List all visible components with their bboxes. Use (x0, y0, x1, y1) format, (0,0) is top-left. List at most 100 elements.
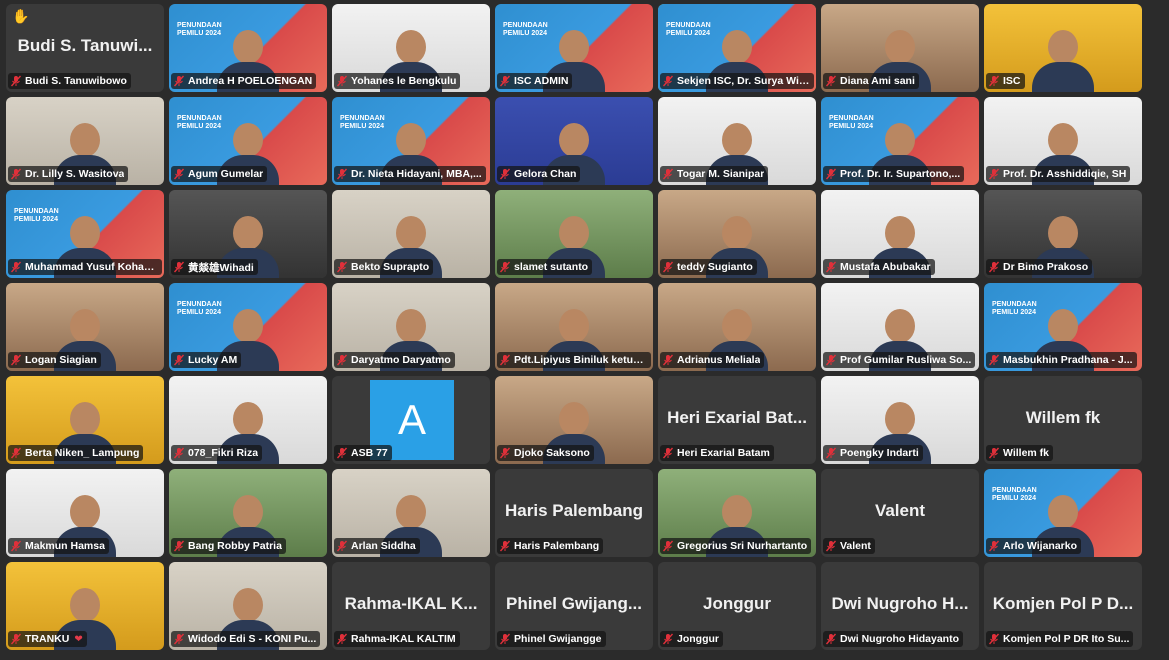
participant-tile[interactable]: Yohanes le Bengkulu (332, 4, 490, 92)
display-name-large: Heri Exarial Bat... (667, 408, 807, 427)
participant-name: Adrianus Meliala (677, 354, 761, 366)
muted-mic-icon (499, 447, 511, 459)
participant-tile[interactable]: Prof Gumilar Rusliwa So... (821, 283, 979, 371)
participant-tile[interactable]: PENUNDAAN PEMILU 2024 Andrea H POELOENGAN (169, 4, 327, 92)
participant-name: Dr Bimo Prakoso (1003, 261, 1089, 273)
participant-tile[interactable]: Heri Exarial Bat... Heri Exarial Batam (658, 376, 816, 464)
name-label: Togar M. Sianipar (660, 166, 769, 182)
participant-name: Dr. Nieta Hidayani, MBA,... (351, 168, 482, 180)
name-label: Haris Palembang (497, 538, 604, 554)
muted-mic-icon (499, 540, 511, 552)
participant-name: Arlan Siddha (351, 540, 416, 552)
name-label: ISC (986, 73, 1025, 89)
participant-tile[interactable]: PENUNDAAN PEMILU 2024 Muhammad Yusuf Kohar… (6, 190, 164, 278)
participant-tile[interactable]: Diana Ami sani (821, 4, 979, 92)
participant-tile[interactable]: Haris Palembang Haris Palembang (495, 469, 653, 557)
participant-name: Komjen Pol P DR Ito Su... (1003, 633, 1130, 645)
name-label: ASB 77 (334, 445, 392, 461)
name-label: Arlan Siddha (334, 538, 420, 554)
participant-tile[interactable]: Dwi Nugroho H... Dwi Nugroho Hidayanto (821, 562, 979, 650)
muted-mic-icon (336, 261, 348, 273)
participant-tile[interactable]: Daryatmo Daryatmo (332, 283, 490, 371)
participant-tile[interactable]: Mustafa Abubakar (821, 190, 979, 278)
participant-tile[interactable]: Dr Bimo Prakoso (984, 190, 1142, 278)
participant-tile[interactable]: Gelora Chan (495, 97, 653, 185)
participant-tile[interactable]: Poengky Indarti (821, 376, 979, 464)
participant-tile[interactable]: Togar M. Sianipar (658, 97, 816, 185)
participant-tile[interactable]: Djoko Saksono (495, 376, 653, 464)
participant-tile[interactable]: Phinel Gwijang... Phinel Gwijangge (495, 562, 653, 650)
participant-tile[interactable]: A ASB 77 (332, 376, 490, 464)
participant-tile[interactable]: Arlan Siddha (332, 469, 490, 557)
display-name-large: Haris Palembang (505, 501, 643, 520)
participant-tile[interactable]: Rahma-IKAL K... Rahma-IKAL KALTIM (332, 562, 490, 650)
participant-name: Willem fk (1003, 447, 1049, 459)
muted-mic-icon (10, 633, 22, 645)
participant-tile[interactable]: Pdt.Lipiyus Biniluk ketua... (495, 283, 653, 371)
participant-name: Poengky Indarti (840, 447, 919, 459)
participant-tile[interactable]: PENUNDAAN PEMILU 2024 Dr. Nieta Hidayani, … (332, 97, 490, 185)
participant-tile[interactable]: 黄燚雄Wihadi (169, 190, 327, 278)
participant-tile[interactable]: PENUNDAAN PEMILU 2024 Arlo Wijanarko (984, 469, 1142, 557)
participant-tile[interactable]: TRANKU ❤ (6, 562, 164, 650)
name-label: Sekjen ISC, Dr. Surya Wira... (660, 73, 814, 89)
participant-name: Djoko Saksono (514, 447, 590, 459)
participant-tile[interactable]: PENUNDAAN PEMILU 2024 Lucky AM (169, 283, 327, 371)
participant-tile[interactable]: Makmun Hamsa (6, 469, 164, 557)
muted-mic-icon (825, 633, 837, 645)
muted-mic-icon (499, 261, 511, 273)
participant-tile[interactable]: PENUNDAAN PEMILU 2024 Agum Gumelar (169, 97, 327, 185)
name-label: Adrianus Meliala (660, 352, 765, 368)
participant-name: ISC ADMIN (514, 75, 569, 87)
muted-mic-icon (173, 168, 185, 180)
participant-tile[interactable]: slamet sutanto (495, 190, 653, 278)
participant-tile[interactable]: Jonggur Jonggur (658, 562, 816, 650)
participant-tile[interactable]: PENUNDAAN PEMILU 2024 Prof. Dr. Ir. Supart… (821, 97, 979, 185)
name-label: Dr Bimo Prakoso (986, 259, 1093, 275)
name-label: Daryatmo Daryatmo (334, 352, 455, 368)
participant-name: Valent (840, 540, 871, 552)
event-banner-text: PENUNDAAN PEMILU 2024 (992, 487, 1037, 502)
participant-name: teddy Sugianto (677, 261, 753, 273)
participant-tile[interactable]: 078_Fikri Riza (169, 376, 327, 464)
muted-mic-icon (988, 540, 1000, 552)
muted-mic-icon (336, 447, 348, 459)
muted-mic-icon (10, 354, 22, 366)
participant-tile[interactable]: teddy Sugianto (658, 190, 816, 278)
participant-tile[interactable]: Berta Niken_ Lampung (6, 376, 164, 464)
participant-tile[interactable]: Komjen Pol P D... Komjen Pol P DR Ito Su.… (984, 562, 1142, 650)
participant-name: Sekjen ISC, Dr. Surya Wira... (677, 75, 810, 87)
display-name-large: Willem fk (1025, 408, 1101, 427)
participant-tile[interactable]: Adrianus Meliala (658, 283, 816, 371)
muted-mic-icon (10, 540, 22, 552)
participant-tile[interactable]: PENUNDAAN PEMILU 2024 ISC ADMIN (495, 4, 653, 92)
name-label: 黄燚雄Wihadi (171, 259, 258, 275)
name-label: Lucky AM (171, 352, 242, 368)
participant-tile[interactable]: Willem fk Willem fk (984, 376, 1142, 464)
muted-mic-icon (499, 168, 511, 180)
display-name-large: Jonggur (703, 594, 771, 613)
participant-tile[interactable]: Valent Valent (821, 469, 979, 557)
name-label: Mustafa Abubakar (823, 259, 935, 275)
participant-tile[interactable]: Dr. Lilly S. Wasitova (6, 97, 164, 185)
participant-tile[interactable]: Logan Siagian (6, 283, 164, 371)
participant-tile[interactable]: Prof. Dr. Asshiddiqie, SH (984, 97, 1142, 185)
participant-tile[interactable]: Gregorius Sri Nurhartanto (658, 469, 816, 557)
display-name-large: Budi S. Tanuwi... (17, 36, 153, 55)
muted-mic-icon (336, 168, 348, 180)
name-label: Pdt.Lipiyus Biniluk ketua... (497, 352, 651, 368)
participant-name: ISC (1003, 75, 1021, 87)
participant-name: Muhammad Yusuf Kohar L... (25, 261, 158, 273)
participant-name: Budi S. Tanuwibowo (25, 75, 127, 87)
participant-tile[interactable]: Budi S. Tanuwi... ✋ Budi S. Tanuwibowo (6, 4, 164, 92)
muted-mic-icon (336, 354, 348, 366)
muted-mic-icon (499, 633, 511, 645)
participant-tile[interactable]: PENUNDAAN PEMILU 2024 Sekjen ISC, Dr. Sury… (658, 4, 816, 92)
participant-tile[interactable]: Widodo Edi S - KONI Pu... (169, 562, 327, 650)
participant-name: Lucky AM (188, 354, 238, 366)
participant-name: slamet sutanto (514, 261, 589, 273)
participant-tile[interactable]: PENUNDAAN PEMILU 2024 Masbukhin Pradhana -… (984, 283, 1142, 371)
participant-tile[interactable]: Bekto Suprapto (332, 190, 490, 278)
participant-tile[interactable]: ISC (984, 4, 1142, 92)
participant-tile[interactable]: Bang Robby Patria (169, 469, 327, 557)
